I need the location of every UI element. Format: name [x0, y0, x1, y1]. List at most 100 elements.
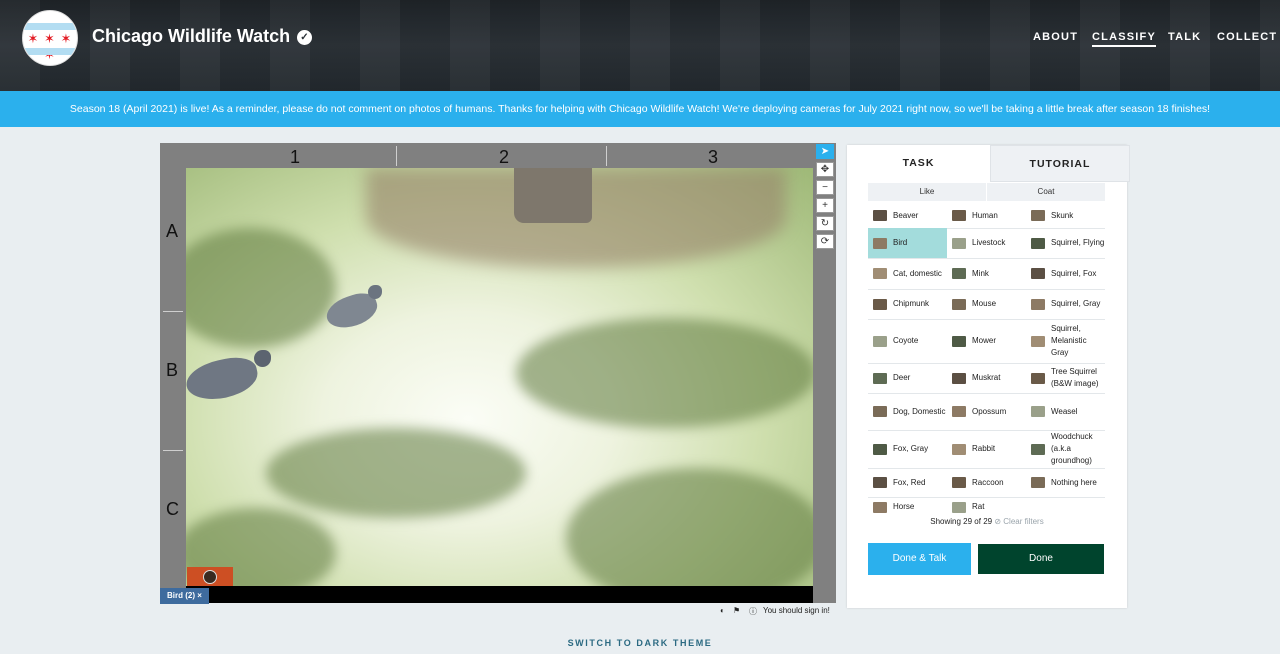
choice-skunk[interactable]: Skunk — [1026, 203, 1105, 228]
chicago-flag-logo[interactable]: ✶ ✶ ✶ ✶ — [22, 10, 78, 66]
dark-theme-toggle[interactable]: SWITCH TO DARK THEME — [0, 638, 1280, 648]
choice-woodchuck-a-k-a-groundhog[interactable]: Woodchuck (a.k.a groundhog) — [1026, 430, 1105, 468]
tab-tutorial[interactable]: TUTORIAL — [990, 145, 1130, 182]
choice-mink[interactable]: Mink — [947, 258, 1026, 289]
nav-talk[interactable]: TALK — [1168, 31, 1201, 43]
choice-squirrel-gray[interactable]: Squirrel, Gray — [1026, 289, 1105, 319]
choice-thumbnail — [952, 298, 966, 310]
choice-squirrel-fox[interactable]: Squirrel, Fox — [1026, 258, 1105, 289]
zoom-in-icon[interactable]: + — [816, 198, 834, 213]
choice-thumbnail — [873, 501, 887, 513]
zoom-out-icon[interactable]: − — [816, 180, 834, 195]
choice-thumbnail — [873, 237, 887, 249]
done-button[interactable]: Done — [978, 544, 1104, 574]
choice-cat-domestic[interactable]: Cat, domestic — [868, 258, 947, 289]
choice-muskrat[interactable]: Muskrat — [947, 363, 1026, 393]
viewer-toolbar: ➤ ✥ − + ↻ ⟳ — [814, 144, 836, 252]
choice-thumbnail — [952, 372, 966, 384]
choice-horse[interactable]: Horse — [868, 497, 947, 517]
choice-label: Woodchuck (a.k.a groundhog) — [1051, 432, 1093, 465]
image-footer-bar — [186, 586, 813, 603]
clear-filters-link[interactable]: ⊘ Clear filters — [994, 517, 1043, 526]
nav-classify[interactable]: CLASSIFY — [1092, 31, 1156, 47]
choice-thumbnail — [952, 443, 966, 455]
choice-label: Deer — [893, 373, 911, 382]
grid-column-label: 2 — [499, 147, 510, 167]
pigeon-head — [254, 350, 271, 367]
mark-tag[interactable]: Bird (2) × — [160, 588, 209, 604]
tab-task[interactable]: TASK — [847, 145, 990, 182]
choice-thumbnail — [1031, 335, 1045, 347]
grid-tick — [163, 311, 183, 312]
sensor-badge — [187, 567, 233, 587]
choice-deer[interactable]: Deer — [868, 363, 947, 393]
choice-tree-squirrel-b-w-image[interactable]: Tree Squirrel (B&W image) — [1026, 363, 1105, 393]
choice-label: Squirrel, Fox — [1051, 268, 1097, 278]
choice-livestock[interactable]: Livestock — [947, 228, 1026, 258]
choice-coyote[interactable]: Coyote — [868, 319, 947, 363]
choice-beaver[interactable]: Beaver — [868, 203, 947, 228]
choice-label: Beaver — [893, 210, 919, 220]
choice-thumbnail — [952, 406, 966, 417]
choice-rat[interactable]: Rat — [947, 497, 1026, 517]
choice-rabbit[interactable]: Rabbit — [947, 430, 1026, 468]
choice-thumbnail — [873, 268, 887, 279]
filter-like[interactable]: Like — [868, 183, 986, 201]
done-and-talk-button[interactable]: Done & Talk — [868, 543, 971, 575]
choice-label: Skunk — [1051, 210, 1074, 220]
sign-in-notice[interactable]: You should sign in! — [763, 606, 830, 615]
choice-label: Mouse — [972, 299, 997, 308]
choice-raccoon[interactable]: Raccoon — [947, 468, 1026, 497]
flag-stars: ✶ ✶ ✶ ✶ — [27, 31, 73, 62]
choice-opossum[interactable]: Opossum — [947, 393, 1026, 430]
choice-thumbnail — [952, 210, 966, 221]
grass-shadow — [266, 428, 526, 518]
choice-fox-gray[interactable]: Fox, Gray — [868, 430, 947, 468]
choice-thumbnail — [1031, 210, 1045, 221]
choice-thumbnail — [952, 237, 966, 249]
choice-label: Mower — [972, 336, 997, 345]
grid-row-label: B — [166, 360, 179, 380]
grid-tick — [606, 146, 607, 166]
pointer-icon[interactable]: ➤ — [816, 144, 834, 159]
nav-collect[interactable]: COLLECT — [1217, 31, 1277, 43]
choice-human[interactable]: Human — [947, 203, 1026, 228]
choice-label: Nothing here — [1051, 477, 1097, 487]
mark-tag-label: Bird (2) — [167, 591, 195, 600]
subject-viewer[interactable]: 1 2 3 A B C Bird (2) × — [160, 143, 836, 604]
choice-mower[interactable]: Mower — [947, 319, 1026, 363]
choice-thumbnail — [873, 406, 887, 417]
grid-row-label: C — [166, 499, 179, 519]
choice-squirrel-flying[interactable]: Squirrel, Flying — [1026, 228, 1105, 258]
choice-weasel[interactable]: Weasel — [1026, 393, 1105, 430]
flag-icon[interactable]: ⚑ — [733, 606, 740, 615]
grid-column-label: 1 — [290, 147, 301, 167]
nav-about[interactable]: ABOUT — [1033, 31, 1078, 43]
choice-label: Horse — [893, 502, 915, 511]
project-title[interactable]: Chicago Wildlife Watch — [92, 26, 290, 47]
filter-coat[interactable]: Coat — [987, 183, 1105, 201]
choice-fox-red[interactable]: Fox, Red — [868, 468, 947, 497]
choice-chipmunk[interactable]: Chipmunk — [868, 289, 947, 319]
choice-label: Bird — [893, 238, 908, 247]
reset-icon[interactable]: ⟳ — [816, 234, 834, 249]
check-circle-icon: ✓ — [297, 30, 312, 45]
info-icon: ⓘ — [749, 607, 757, 616]
mark-remove-icon[interactable]: × — [197, 591, 202, 600]
grid-column-label: 3 — [708, 147, 719, 167]
choice-thumbnail — [952, 335, 966, 347]
grass-shadow — [186, 228, 336, 348]
choice-label: Human — [972, 210, 998, 220]
choice-mouse[interactable]: Mouse — [947, 289, 1026, 319]
choice-nothing-here[interactable]: Nothing here — [1026, 468, 1105, 497]
choice-squirrel-melanistic-gray[interactable]: Squirrel, Melanistic Gray — [1026, 319, 1105, 363]
camera-trap-photo[interactable] — [186, 168, 813, 586]
move-icon[interactable]: ✥ — [816, 162, 834, 177]
grid-tick — [163, 450, 183, 451]
choice-thumbnail — [1031, 237, 1045, 249]
invert-icon[interactable]: ◐ — [720, 606, 725, 615]
rotate-icon[interactable]: ↻ — [816, 216, 834, 231]
choice-bird[interactable]: Bird — [868, 228, 947, 258]
flag-stripe — [23, 48, 77, 55]
choice-dog-domestic[interactable]: Dog, Domestic — [868, 393, 947, 430]
